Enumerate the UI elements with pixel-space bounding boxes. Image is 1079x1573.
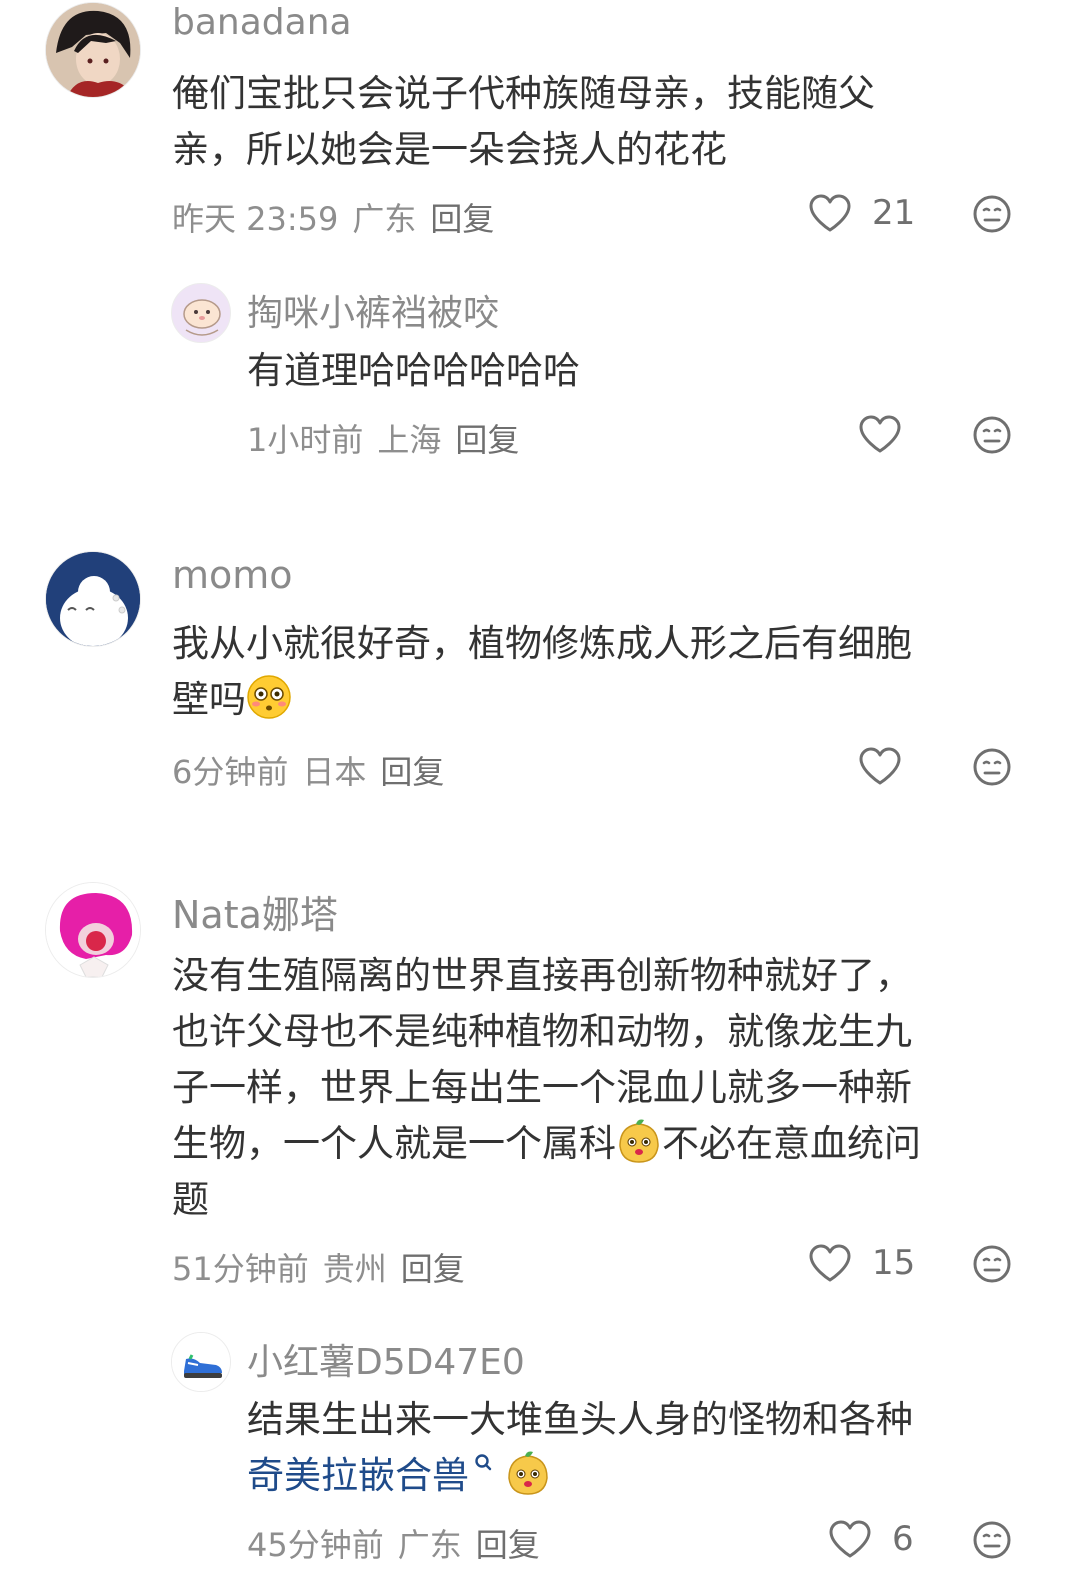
flushed-face-emoji-icon <box>247 675 291 719</box>
like-button[interactable] <box>858 414 902 454</box>
reply-meta: 45分钟前 广东 回复 <box>247 1520 554 1566</box>
comment-text-line: 我从小就很好奇，植物修炼成人形之后有细胞 <box>172 622 912 665</box>
avatar[interactable] <box>45 882 141 978</box>
sneaker-avatar-icon <box>172 1333 230 1391</box>
search-link[interactable]: 奇美拉嵌合兽 <box>247 1454 469 1497</box>
reply-button[interactable]: 回复 <box>401 1250 465 1288</box>
dislike-face-icon[interactable] <box>972 1520 1012 1560</box>
comment-location: 贵州 <box>322 1250 387 1288</box>
comment-text-line: 题 <box>172 1178 209 1221</box>
reply-text: 结果生出来一大堆鱼头人身的怪物和各种 奇美拉嵌合兽 <box>247 1392 913 1504</box>
reply-time: 45分钟前 <box>247 1526 384 1564</box>
avatar[interactable] <box>45 551 141 647</box>
reply-button[interactable]: 回复 <box>430 200 494 238</box>
reply-time: 1小时前 <box>247 421 364 459</box>
heart-icon <box>808 193 852 233</box>
sticker-emoji-icon <box>619 1119 659 1163</box>
like-count: 15 <box>872 1243 916 1283</box>
reply-username[interactable]: 小红薯D5D47E0 <box>247 1333 525 1385</box>
heart-icon <box>858 414 902 454</box>
comment-text-line: 俺们宝批只会说子代种族随母亲，技能随父 <box>172 72 875 115</box>
comment-text-line: 生物，一个人就是一个属科 不必在意血统问 <box>172 1116 921 1172</box>
heart-icon <box>858 746 902 786</box>
reply-button[interactable]: 回复 <box>476 1526 540 1564</box>
avatar-image-icon <box>46 3 140 97</box>
dislike-face-icon[interactable] <box>972 747 1012 787</box>
like-button[interactable]: 15 <box>808 1243 915 1283</box>
like-count: 21 <box>872 193 916 233</box>
dislike-face-icon[interactable] <box>972 1244 1012 1284</box>
comment-text-line: 亲，所以她会是一朵会挠人的花花 <box>172 128 727 171</box>
comment-time: 6分钟前 <box>172 753 289 791</box>
avatar[interactable] <box>45 2 141 98</box>
reply-text-line: 结果生出来一大堆鱼头人身的怪物和各种 <box>247 1398 913 1441</box>
like-button[interactable] <box>858 746 902 786</box>
like-button[interactable]: 6 <box>828 1519 914 1559</box>
comment-username[interactable]: banadana <box>172 2 352 43</box>
dislike-face-icon[interactable] <box>972 194 1012 234</box>
comment-text-segment: 生物，一个人就是一个属科 <box>172 1122 616 1165</box>
comment-text-line: 也许父母也不是纯种植物和动物，就像龙生九 <box>172 1010 912 1053</box>
comment-text-line: 壁吗 <box>172 672 912 728</box>
reply-avatar[interactable] <box>171 283 231 343</box>
avatar-image-icon <box>46 552 140 646</box>
comment-meta: 51分钟前 贵州 回复 <box>172 1244 479 1290</box>
comment-text-line: 子一样，世界上每出生一个混血儿就多一种新 <box>172 1066 912 1109</box>
reply-button[interactable]: 回复 <box>380 753 444 791</box>
comment-nata: Nata娜塔 没有生殖隔离的世界直接再创新物种就好了， 也许父母也不是纯种植物和… <box>0 870 1079 1573</box>
reply-location: 广东 <box>397 1526 462 1564</box>
comment-meta: 昨天 23:59 广东 回复 <box>172 194 508 240</box>
reply-avatar[interactable] <box>171 1332 231 1392</box>
reply-text-line: 有道理哈哈哈哈哈哈 <box>247 349 580 392</box>
like-button[interactable]: 21 <box>808 193 915 233</box>
comment-banadana: banadana 俺们宝批只会说子代种族随母亲，技能随父 亲，所以她会是一朵会挠… <box>0 0 1079 520</box>
dislike-face-icon[interactable] <box>972 415 1012 455</box>
comment-time: 51分钟前 <box>172 1250 309 1288</box>
comment-text: 没有生殖隔离的世界直接再创新物种就好了， 也许父母也不是纯种植物和动物，就像龙生… <box>172 948 921 1228</box>
comment-momo: momo 我从小就很好奇，植物修炼成人形之后有细胞 壁吗 6分钟前 日本 回复 <box>0 540 1079 840</box>
comment-time: 昨天 23:59 <box>172 200 339 238</box>
sticker-emoji-icon <box>508 1451 548 1495</box>
comment-username[interactable]: momo <box>172 553 293 597</box>
comment-text-segment: 不必在意血统问 <box>662 1122 921 1165</box>
comment-location: 广东 <box>352 200 417 238</box>
search-icon[interactable] <box>473 1452 495 1474</box>
comment-text: 俺们宝批只会说子代种族随母亲，技能随父 亲，所以她会是一朵会挠人的花花 <box>172 66 875 178</box>
reply-meta: 1小时前 上海 回复 <box>247 415 533 461</box>
reply-location: 上海 <box>377 421 442 459</box>
comment-meta: 6分钟前 日本 回复 <box>172 747 458 793</box>
avatar-image-icon <box>172 284 230 342</box>
comment-text-segment: 壁吗 <box>172 678 246 721</box>
reply-text: 有道理哈哈哈哈哈哈 <box>247 343 580 399</box>
heart-icon <box>828 1519 872 1559</box>
comment-text: 我从小就很好奇，植物修炼成人形之后有细胞 壁吗 <box>172 616 912 728</box>
like-count: 6 <box>892 1519 914 1559</box>
comment-location: 日本 <box>302 753 367 791</box>
avatar-image-icon <box>46 883 140 977</box>
comment-text-line: 没有生殖隔离的世界直接再创新物种就好了， <box>172 954 912 997</box>
reply-username[interactable]: 掏咪小裤裆被咬 <box>247 284 499 336</box>
heart-icon <box>808 1243 852 1283</box>
reply-text-line: 奇美拉嵌合兽 <box>247 1448 913 1504</box>
comment-username[interactable]: Nata娜塔 <box>172 884 338 939</box>
reply-button[interactable]: 回复 <box>455 421 519 459</box>
